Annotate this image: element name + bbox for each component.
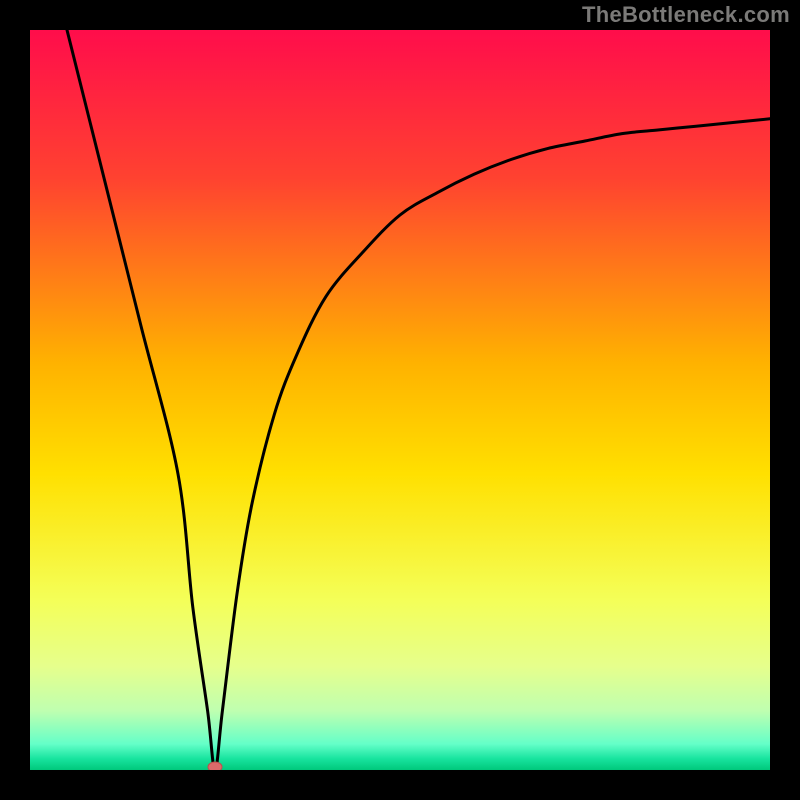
minimum-marker: [208, 762, 222, 770]
watermark-text: TheBottleneck.com: [582, 2, 790, 28]
chart-frame: TheBottleneck.com: [0, 0, 800, 800]
chart-svg: [30, 30, 770, 770]
gradient-background: [30, 30, 770, 770]
